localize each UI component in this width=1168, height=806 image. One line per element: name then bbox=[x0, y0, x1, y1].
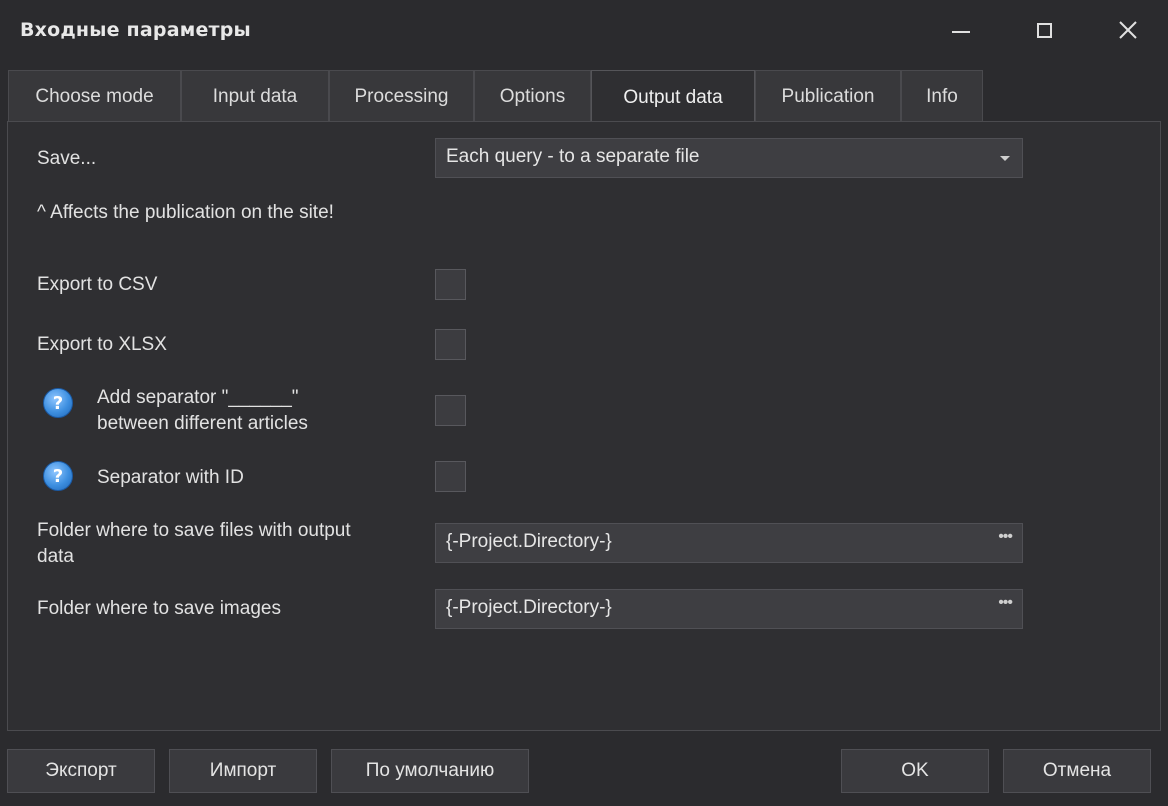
save-label: Save... bbox=[37, 148, 97, 169]
publication-note: ^ Affects the publication on the site! bbox=[37, 202, 334, 223]
images-folder-label: Folder where to save images bbox=[37, 598, 281, 619]
maximize-icon bbox=[1037, 23, 1052, 38]
help-icon[interactable]: ? bbox=[43, 461, 73, 491]
export-csv-checkbox[interactable] bbox=[435, 269, 466, 300]
tab-options[interactable]: Options bbox=[474, 70, 591, 122]
window-title: Входные параметры bbox=[20, 19, 251, 41]
tab-choose-mode[interactable]: Choose mode bbox=[8, 70, 181, 122]
cancel-button[interactable]: Отмена bbox=[1003, 749, 1151, 793]
tab-output-data[interactable]: Output data bbox=[591, 70, 755, 124]
images-folder-field[interactable]: {-Project.Directory-} ••• bbox=[435, 589, 1023, 629]
separator-label-line2: between different articles bbox=[97, 413, 308, 434]
minimize-button[interactable] bbox=[941, 10, 981, 50]
images-folder-value: {-Project.Directory-} bbox=[446, 597, 612, 618]
output-data-panel: Save... Each query - to a separate file … bbox=[7, 121, 1161, 731]
separator-checkbox[interactable] bbox=[435, 395, 466, 426]
separator-label-line1: Add separator "______" bbox=[97, 387, 299, 408]
import-button[interactable]: Импорт bbox=[169, 749, 317, 793]
defaults-button[interactable]: По умолчанию bbox=[331, 749, 529, 793]
separator-id-checkbox[interactable] bbox=[435, 461, 466, 492]
output-folder-field[interactable]: {-Project.Directory-} ••• bbox=[435, 523, 1023, 563]
output-folder-value: {-Project.Directory-} bbox=[446, 531, 612, 552]
help-icon[interactable]: ? bbox=[43, 388, 73, 418]
export-button[interactable]: Экспорт bbox=[7, 749, 155, 793]
separator-label: Add separator "______" between different… bbox=[97, 385, 308, 437]
title-bar[interactable]: Входные параметры bbox=[0, 0, 1168, 62]
browse-icon[interactable]: ••• bbox=[998, 528, 1013, 546]
close-button[interactable] bbox=[1108, 10, 1148, 50]
tab-publication[interactable]: Publication bbox=[755, 70, 901, 122]
export-csv-label: Export to CSV bbox=[37, 274, 158, 295]
output-folder-label-line1: Folder where to save files with output bbox=[37, 520, 351, 541]
export-xlsx-label: Export to XLSX bbox=[37, 334, 167, 355]
minimize-icon bbox=[952, 31, 970, 33]
tab-info[interactable]: Info bbox=[901, 70, 983, 122]
dialog-window: Входные параметры Choose mode Input data… bbox=[0, 0, 1168, 806]
maximize-button[interactable] bbox=[1024, 10, 1064, 50]
browse-icon[interactable]: ••• bbox=[998, 594, 1013, 612]
ok-button[interactable]: OK bbox=[841, 749, 989, 793]
output-folder-label: Folder where to save files with output d… bbox=[37, 518, 351, 570]
tab-input-data[interactable]: Input data bbox=[181, 70, 329, 122]
chevron-down-icon bbox=[1000, 156, 1010, 161]
save-mode-dropdown[interactable]: Each query - to a separate file bbox=[435, 138, 1023, 178]
export-xlsx-checkbox[interactable] bbox=[435, 329, 466, 360]
tab-processing[interactable]: Processing bbox=[329, 70, 474, 122]
separator-id-label: Separator with ID bbox=[97, 467, 244, 488]
close-icon bbox=[1119, 21, 1137, 39]
save-mode-value: Each query - to a separate file bbox=[446, 146, 700, 167]
output-folder-label-line2: data bbox=[37, 546, 74, 567]
